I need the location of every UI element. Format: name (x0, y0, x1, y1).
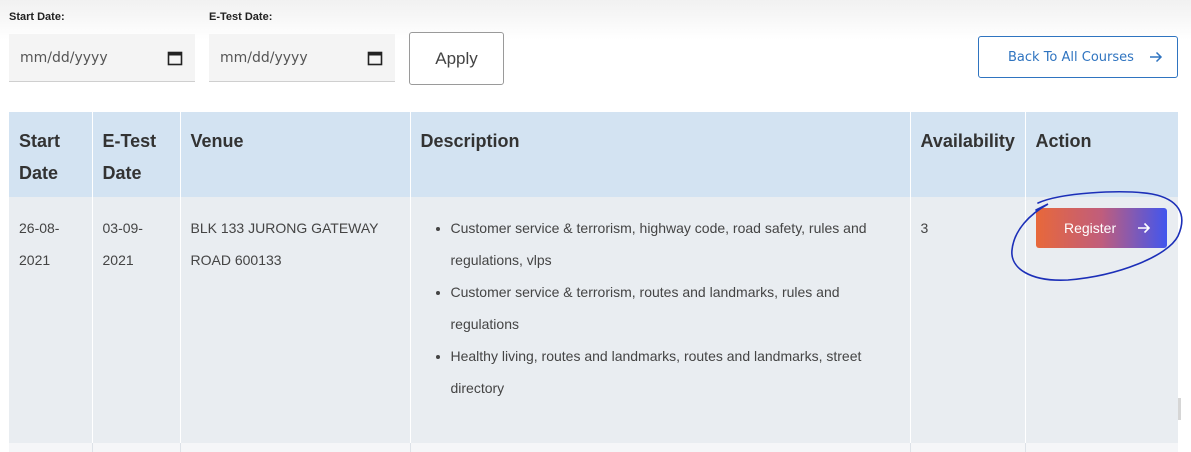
arrow-right-icon (1138, 222, 1151, 234)
calendar-icon[interactable] (167, 50, 183, 66)
description-cell: Customer service & terrorism, highway co… (410, 197, 911, 443)
etest-date-input[interactable]: mm/dd/yyyy (209, 34, 395, 82)
start-date-placeholder: mm/dd/yyyy (20, 49, 108, 66)
description-item: Healthy living, routes and landmarks, ro… (451, 340, 900, 404)
cell-text: 2021 (19, 252, 51, 268)
column-header-etest-date: E-Test Date (92, 112, 181, 197)
availability-cell: 3 (910, 197, 1026, 443)
column-header-start-date: Start Date (9, 112, 93, 197)
column-header-availability: Availability (910, 112, 1026, 197)
etest-date-cell: 03-09- 2021 (92, 197, 181, 443)
cell-text: ROAD 600133 (190, 252, 282, 268)
etest-date-placeholder: mm/dd/yyyy (220, 49, 308, 66)
description-item: Customer service & terrorism, highway co… (451, 212, 900, 276)
register-button-label: Register (1064, 220, 1117, 236)
table-row: 26-08- 2021 03-09- 2021 BLK 133 JURONG G… (9, 197, 1178, 443)
arrow-right-icon (1150, 51, 1163, 63)
calendar-icon[interactable] (367, 50, 383, 66)
next-table-row-partial (9, 443, 1178, 452)
start-date-cell: 26-08- 2021 (9, 197, 93, 443)
header-text: Date (19, 163, 59, 183)
table-header-row: Start Date E-Test Date Venue Description… (9, 112, 1178, 197)
header-text: Start (19, 131, 61, 151)
cell-text: BLK 133 JURONG GATEWAY (190, 220, 379, 236)
start-date-label: Start Date: (9, 11, 65, 23)
etest-date-label: E-Test Date: (209, 11, 273, 23)
scrollbar-thumb[interactable] (1178, 398, 1181, 420)
column-header-venue: Venue (180, 112, 411, 197)
register-button[interactable]: Register (1036, 208, 1167, 248)
apply-button[interactable]: Apply (409, 32, 504, 85)
header-text: E-Test (102, 131, 157, 151)
back-to-all-courses-button[interactable]: Back To All Courses (978, 36, 1178, 78)
header-text: Date (102, 163, 142, 183)
cell-text: 2021 (102, 252, 134, 268)
cell-text: 03-09- (102, 220, 143, 236)
column-header-description: Description (410, 112, 911, 197)
cell-text: 26-08- (19, 220, 60, 236)
start-date-input[interactable]: mm/dd/yyyy (9, 34, 195, 82)
venue-cell: BLK 133 JURONG GATEWAY ROAD 600133 (180, 197, 411, 443)
column-header-action: Action (1025, 112, 1178, 197)
description-list: Customer service & terrorism, highway co… (451, 212, 900, 404)
description-item: Customer service & terrorism, routes and… (451, 276, 900, 340)
back-button-label: Back To All Courses (1008, 49, 1134, 65)
course-table: Start Date E-Test Date Venue Description… (9, 112, 1178, 443)
